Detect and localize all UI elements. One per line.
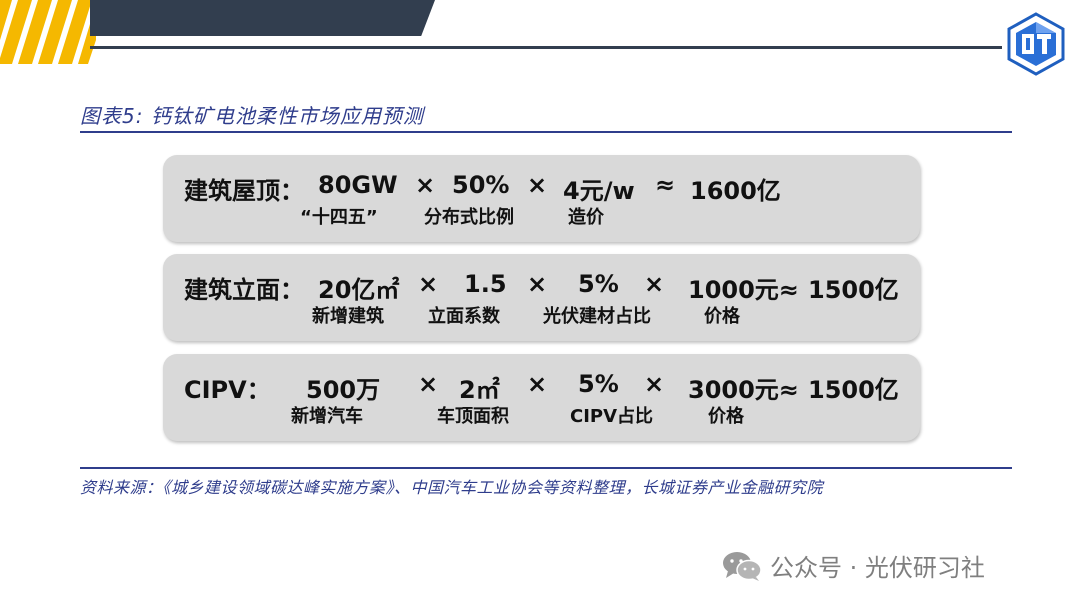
formula-result: 1500亿 xyxy=(808,276,899,304)
watermark: 公众号 · 光伏研习社 xyxy=(722,548,985,583)
formula-term: 3000元≈ xyxy=(688,376,799,404)
formula-term: 20亿㎡ xyxy=(318,276,400,304)
formula-result: 1500亿 xyxy=(808,376,899,404)
source-note: 资料来源：《城乡建设领域碳达峰实施方案》、中国汽车工业协会等资料整理，长城证券产… xyxy=(80,478,824,497)
wechat-icon xyxy=(722,551,762,581)
term-label: 立面系数 xyxy=(428,306,500,327)
term-label: 分布式比例 xyxy=(424,207,514,228)
brand-logo-icon xyxy=(1006,12,1066,76)
term-label: 新增建筑 xyxy=(312,306,384,327)
term-label: 新增汽车 xyxy=(291,406,363,427)
formula-operator: × xyxy=(418,370,439,398)
header-band xyxy=(90,0,435,36)
formula-term: 5% xyxy=(578,370,619,398)
formula-operator: × xyxy=(644,270,665,298)
term-label: 价格 xyxy=(704,306,740,327)
formula-term: 4元/w xyxy=(563,177,635,205)
formula-term: 50% xyxy=(452,171,510,199)
formula-term: 500万 xyxy=(306,376,381,404)
term-label: 价格 xyxy=(708,406,744,427)
caption-rule xyxy=(80,131,1012,133)
formula-result: 1600亿 xyxy=(690,177,781,205)
formula-operator: × xyxy=(418,270,439,298)
term-label: 造价 xyxy=(568,207,604,228)
term-label: 光伏建材占比 xyxy=(543,306,651,327)
row-title: 建筑屋顶： xyxy=(184,177,304,205)
formula-term: 2㎡ xyxy=(459,376,500,404)
formula-term: 1.5 xyxy=(464,270,507,298)
formula-operator: × xyxy=(527,370,548,398)
formula-operator: ≈ xyxy=(655,171,676,199)
row-title: 建筑立面： xyxy=(184,276,304,304)
formula-operator: × xyxy=(415,171,436,199)
row-title: CIPV： xyxy=(184,376,271,404)
formula-operator: × xyxy=(527,171,548,199)
source-rule xyxy=(80,467,1012,469)
formula-operator: × xyxy=(644,370,665,398)
term-label: CIPV占比 xyxy=(570,406,654,427)
formula-term: 5% xyxy=(578,270,619,298)
figure-caption: 图表5: 钙钛矿电池柔性市场应用预测 xyxy=(80,104,424,128)
header-rule xyxy=(90,46,1002,49)
term-label: “十四五” xyxy=(300,207,378,228)
formula-term: 1000元≈ xyxy=(688,276,799,304)
header-stripes xyxy=(0,0,96,64)
formula-term: 80GW xyxy=(318,171,398,199)
formula-operator: × xyxy=(527,270,548,298)
watermark-text: 公众号 · 光伏研习社 xyxy=(770,554,985,582)
term-label: 车顶面积 xyxy=(437,406,509,427)
